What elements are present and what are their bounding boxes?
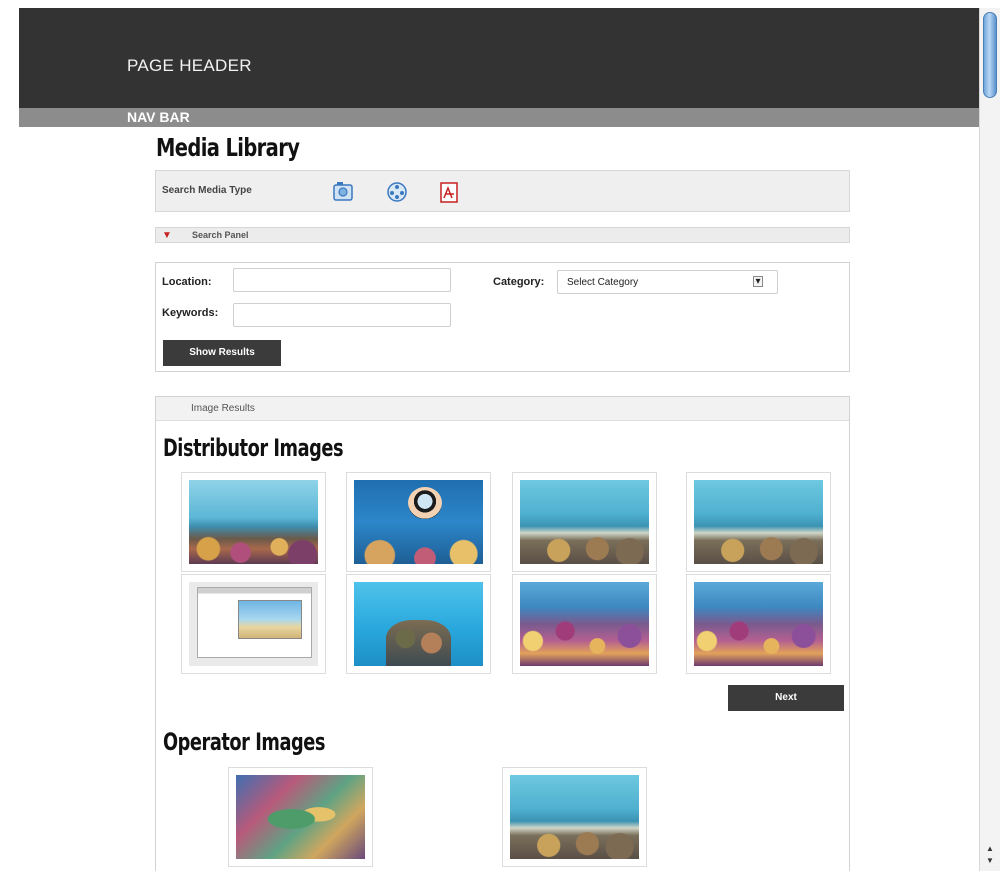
image-type-icon[interactable] <box>330 179 356 205</box>
next-button[interactable]: Next <box>728 685 844 711</box>
show-results-button[interactable]: Show Results <box>163 340 281 366</box>
distributor-image <box>354 582 483 666</box>
scrollbar-thumb[interactable] <box>983 12 997 98</box>
pdf-type-icon-svg <box>440 182 458 203</box>
search-panel-label: Search Panel <box>192 230 249 240</box>
image-type-icon-svg <box>333 182 353 201</box>
media-type-bar: Search Media Type <box>155 170 850 212</box>
operator-image-thumbnail[interactable] <box>228 767 373 867</box>
video-type-icon[interactable] <box>384 179 410 205</box>
collapse-arrow-icon: ▼ <box>162 230 172 241</box>
distributor-image-thumbnail[interactable] <box>181 472 326 572</box>
page-header: PAGE HEADER <box>19 8 979 108</box>
distributor-image <box>694 480 823 564</box>
category-selected-value: Select Category <box>567 277 639 288</box>
dropdown-arrow-icon: ▾ <box>753 276 763 287</box>
distributor-image-thumbnail[interactable] <box>512 472 657 572</box>
distributor-image-thumbnail[interactable] <box>346 472 491 572</box>
keywords-input[interactable] <box>233 303 451 327</box>
operator-images-title: Operator Images <box>163 728 326 756</box>
page-title: Media Library <box>156 133 300 162</box>
keywords-label: Keywords: <box>162 307 219 319</box>
distributor-image <box>354 480 483 564</box>
distributor-image <box>189 582 318 666</box>
pdf-type-icon[interactable] <box>436 179 462 205</box>
vertical-scrollbar[interactable]: ▲ ▼ <box>979 8 1000 871</box>
browser-viewport: PAGE HEADER NAV BAR Media Library Search… <box>0 0 1000 871</box>
distributor-image-thumbnail[interactable] <box>346 574 491 674</box>
category-select[interactable]: Select Category ▾ <box>557 270 778 294</box>
nav-bar-label: NAV BAR <box>127 109 190 125</box>
image-results-label: Image Results <box>191 403 255 414</box>
image-results-header: Image Results <box>156 397 849 421</box>
distributor-image-thumbnail[interactable] <box>686 574 831 674</box>
distributor-image-thumbnail[interactable] <box>686 472 831 572</box>
search-panel-toggle[interactable]: ▼ Search Panel <box>155 227 850 243</box>
scroll-up-arrow-icon[interactable]: ▲ <box>985 844 995 854</box>
distributor-image <box>694 582 823 666</box>
operator-image <box>510 775 639 859</box>
page-header-title: PAGE HEADER <box>127 56 252 75</box>
image-results-panel: Image Results Distributor Images Next Op… <box>155 396 850 871</box>
location-input[interactable] <box>233 268 451 292</box>
distributor-images-title: Distributor Images <box>163 434 344 462</box>
distributor-image <box>189 480 318 564</box>
operator-image <box>236 775 365 859</box>
search-form: Location: Keywords: Category: Select Cat… <box>155 262 850 372</box>
video-type-icon-svg <box>387 182 407 202</box>
category-label: Category: <box>493 276 545 288</box>
distributor-image-thumbnail[interactable] <box>181 574 326 674</box>
media-type-label: Search Media Type <box>162 185 252 196</box>
distributor-image-thumbnail[interactable] <box>512 574 657 674</box>
nav-bar[interactable]: NAV BAR <box>19 108 979 127</box>
scroll-down-arrow-icon[interactable]: ▼ <box>985 856 995 866</box>
distributor-image <box>520 480 649 564</box>
distributor-image <box>520 582 649 666</box>
location-label: Location: <box>162 276 212 288</box>
operator-image-thumbnail[interactable] <box>502 767 647 867</box>
